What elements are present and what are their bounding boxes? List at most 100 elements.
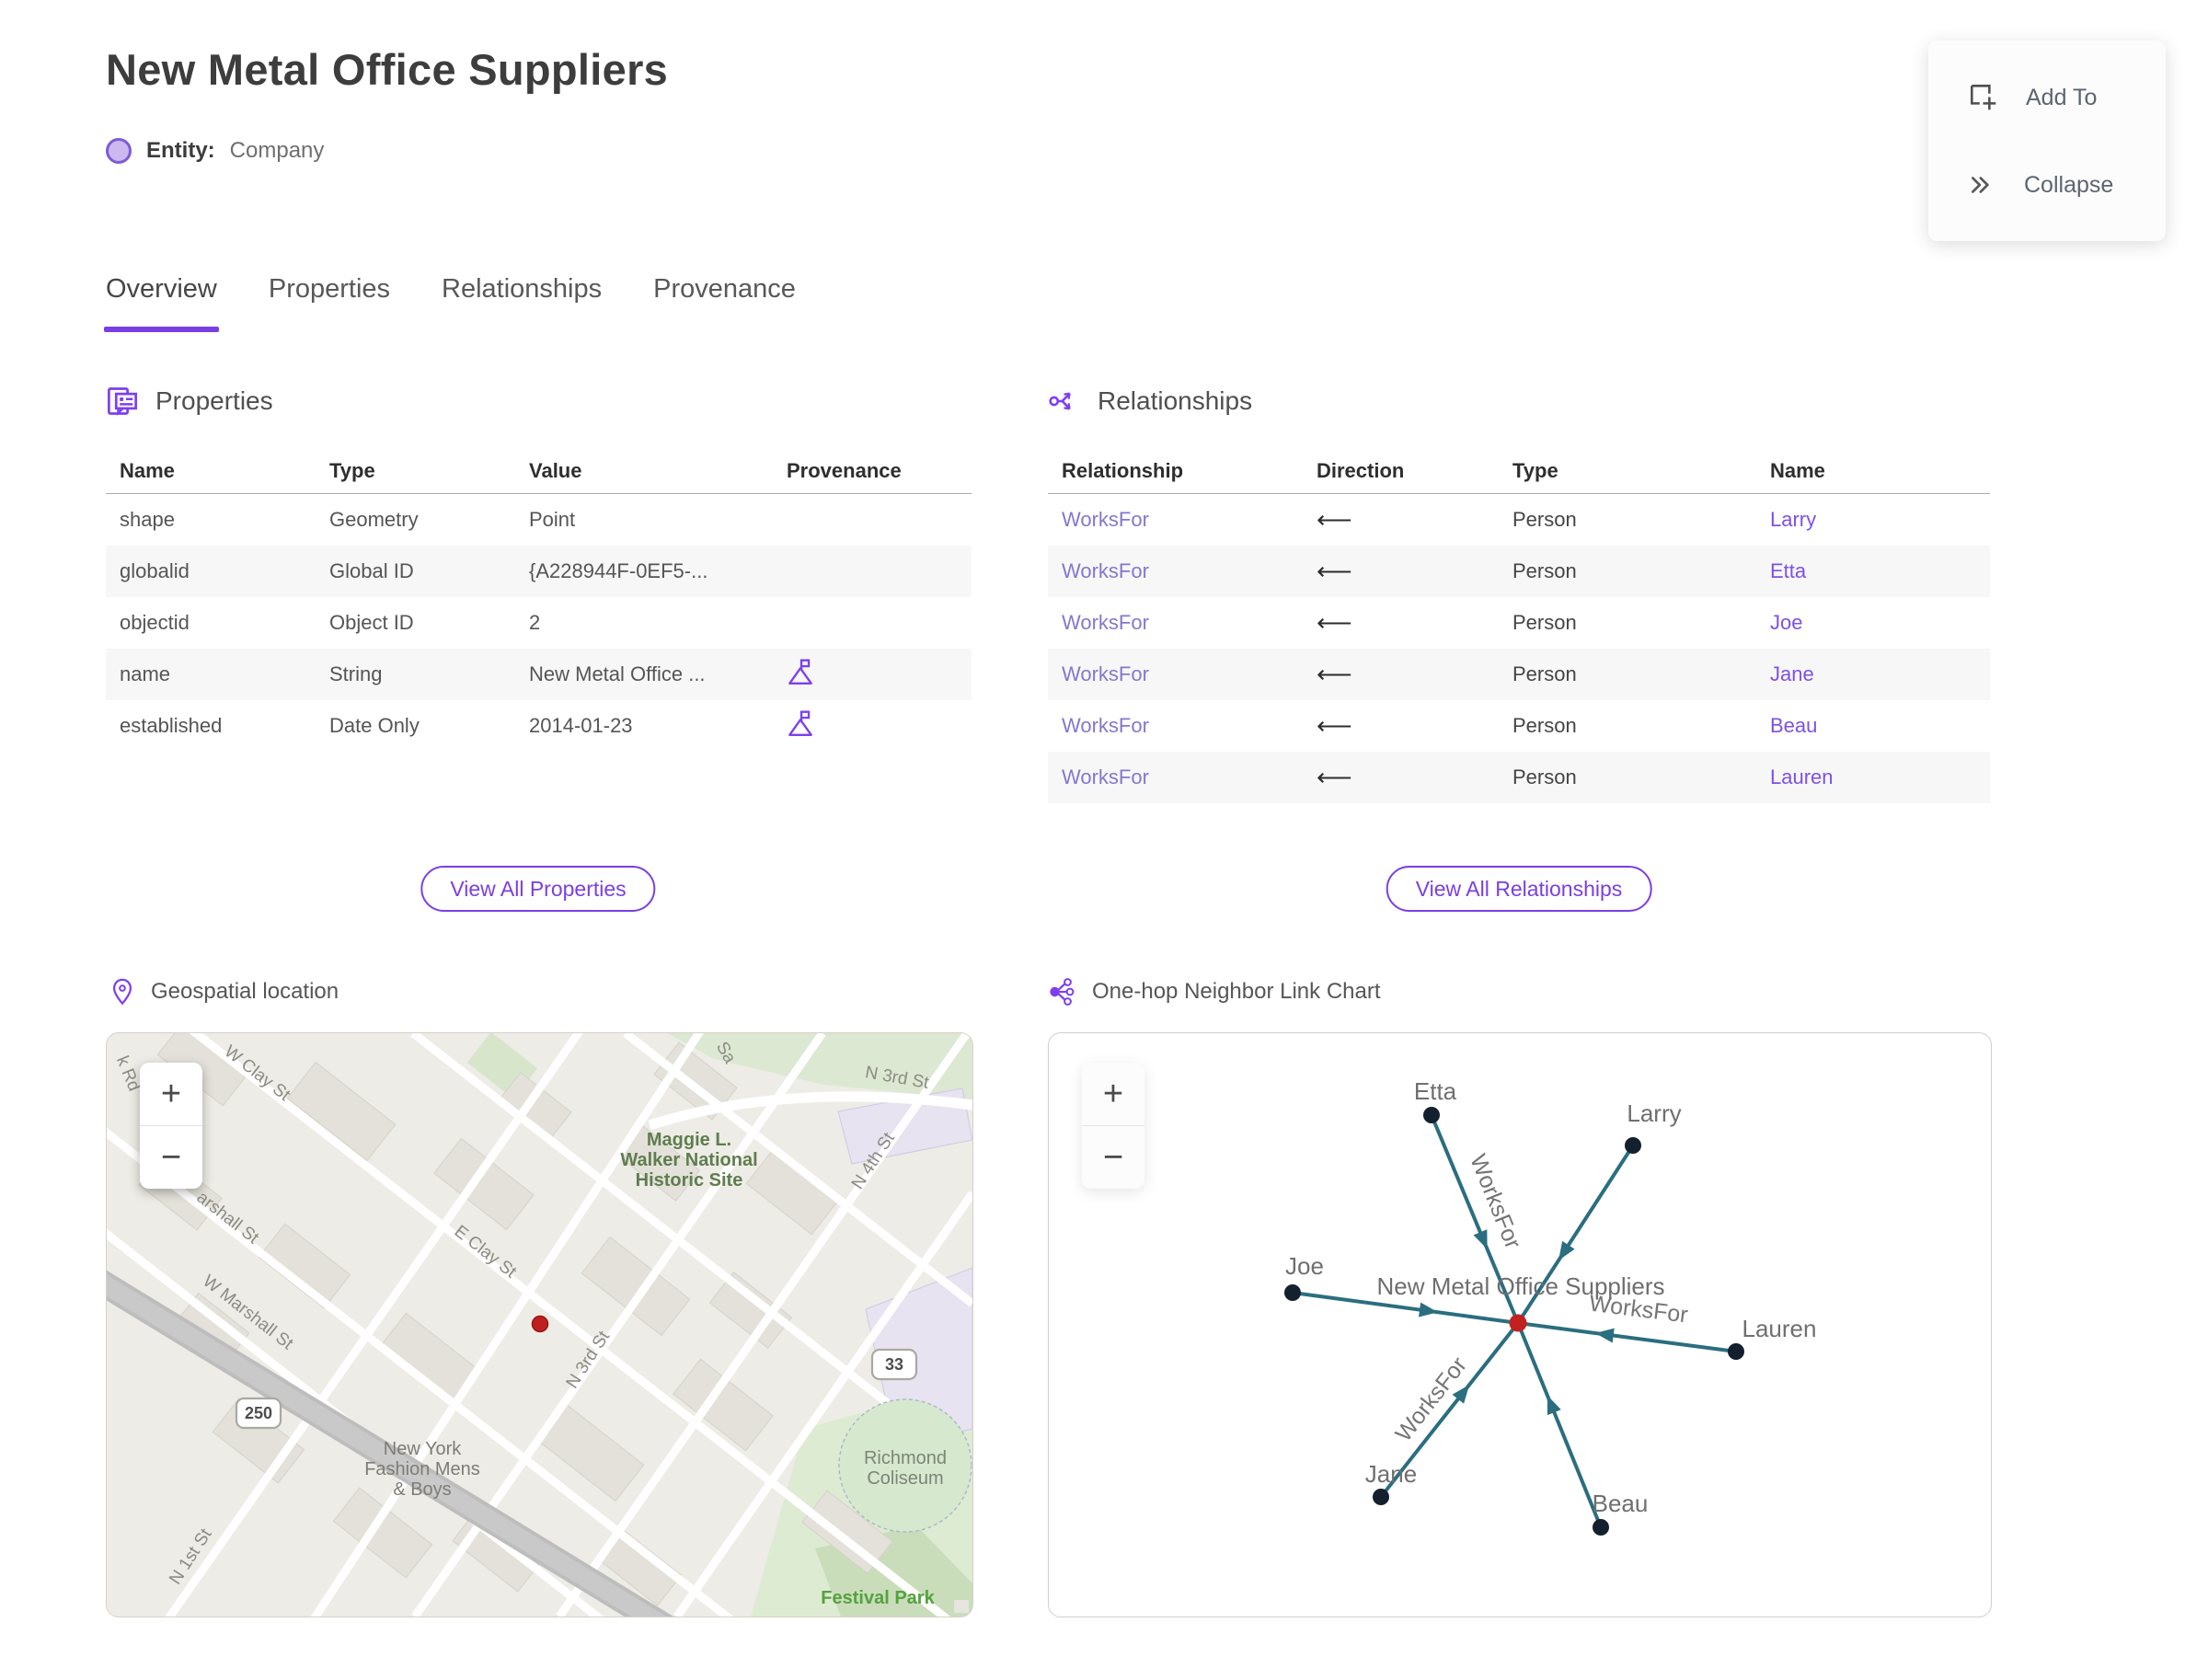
relationship-name-link[interactable]: Beau	[1770, 714, 1817, 737]
property-type: Geometry	[329, 508, 419, 531]
edge-arrowhead	[1547, 1395, 1561, 1416]
map-zoom-out-button[interactable]: −	[140, 1125, 202, 1189]
relationship-link[interactable]: WorksFor	[1062, 508, 1149, 531]
node-lauren[interactable]	[1728, 1343, 1744, 1360]
property-value: 2014-01-23	[529, 714, 633, 737]
map-attribution-toggle[interactable]	[954, 1600, 969, 1613]
add-to-button[interactable]: Add To	[1928, 81, 2166, 114]
property-name: name	[120, 662, 171, 685]
relationships-col-name: Name	[1770, 459, 1825, 482]
edge-lauren	[1517, 1321, 1737, 1353]
relationship-direction: ⟵	[1317, 660, 1352, 688]
property-value: 2	[529, 611, 541, 634]
node-etta[interactable]	[1423, 1107, 1440, 1123]
link-chart-zoom-out-button[interactable]: −	[1082, 1125, 1144, 1189]
relationship-direction: ⟵	[1317, 557, 1352, 585]
node-label-center: New Metal Office Suppliers	[1376, 1272, 1664, 1300]
relationship-row-lauren: WorksFor ⟵ Person Lauren	[1048, 752, 1990, 803]
view-all-relationships-button[interactable]: View All Relationships	[1386, 866, 1652, 912]
relationship-name-link[interactable]: Lauren	[1770, 765, 1834, 788]
map-zoom-in-button[interactable]: +	[140, 1063, 202, 1125]
properties-section-header: Properties	[106, 385, 273, 418]
map-zoom-control: + −	[140, 1063, 202, 1189]
tab-provenance[interactable]: Provenance	[653, 274, 796, 332]
node-label-jane: Jane	[1365, 1460, 1417, 1488]
relationship-row-beau: WorksFor ⟵ Person Beau	[1048, 700, 1990, 752]
link-chart[interactable]: WorksFor WorksFor WorksFor Etta Larry Joe Laur…	[1048, 1032, 1992, 1617]
property-row-globalid: globalid Global ID {A228944F-0EF5-...	[106, 546, 972, 597]
property-row-shape: shape Geometry Point	[106, 494, 972, 546]
relationships-col-direction: Direction	[1317, 459, 1405, 482]
entity-label: Entity:	[146, 138, 215, 163]
view-all-properties-button[interactable]: View All Properties	[420, 866, 656, 912]
property-provenance	[773, 708, 972, 743]
relationship-link[interactable]: WorksFor	[1062, 662, 1149, 685]
link-chart-canvas[interactable]: WorksForWorksForWorksForEttaLarryJoeLaur…	[1049, 1033, 1991, 1617]
properties-table-header: Name Type Value Provenance	[106, 449, 972, 494]
link-chart-zoom-control: + −	[1082, 1063, 1144, 1189]
edge-arrowhead	[1558, 1240, 1575, 1261]
collapse-icon	[1971, 177, 1989, 193]
link-chart-zoom-in-button[interactable]: +	[1082, 1063, 1144, 1125]
relationship-name-link[interactable]: Etta	[1770, 559, 1806, 582]
add-to-label: Add To	[2026, 84, 2098, 110]
tab-bar: Overview Properties Relationships Provenanc…	[104, 274, 796, 332]
relationship-name-link[interactable]: Jane	[1770, 662, 1814, 685]
relationships-section-title: Relationships	[1098, 386, 1253, 415]
provenance-flag-icon[interactable]	[787, 708, 814, 738]
map[interactable]: 250 33 k Rd W Clay St Sa arshall St W Marshal…	[106, 1032, 973, 1617]
link-chart-section-title: One-hop Neighbor Link Chart	[1092, 979, 1381, 1004]
edge-beau	[1516, 1322, 1603, 1528]
node-joe[interactable]	[1284, 1284, 1301, 1301]
relationship-type: Person	[1512, 508, 1577, 531]
provenance-flag-icon[interactable]	[787, 657, 814, 686]
property-name: established	[120, 714, 223, 737]
page-title: New Metal Office Suppliers	[106, 45, 669, 94]
properties-col-provenance: Provenance	[787, 459, 902, 482]
node-label-lauren: Lauren	[1742, 1315, 1817, 1342]
properties-table: Name Type Value Provenance shape Geometry Poi…	[106, 449, 972, 752]
properties-section-title: Properties	[155, 386, 273, 415]
node-label-beau: Beau	[1593, 1490, 1649, 1517]
property-value: Point	[529, 508, 576, 531]
tab-overview[interactable]: Overview	[104, 274, 219, 332]
node-beau[interactable]	[1593, 1519, 1609, 1536]
map-canvas[interactable]: 25033 k Rd W Clay St Saarshall StW Marshal…	[107, 1033, 972, 1617]
relationship-link[interactable]: WorksFor	[1062, 611, 1149, 634]
entity-type-value: Company	[229, 138, 325, 163]
tab-relationships[interactable]: Relationships	[442, 274, 602, 332]
relationships-section-header: Relationships	[1048, 385, 1252, 418]
relationship-link[interactable]: WorksFor	[1062, 559, 1149, 582]
add-to-icon	[1971, 85, 1996, 110]
map-place-label: Festival Park	[821, 1588, 935, 1608]
node-center[interactable]	[1509, 1314, 1527, 1332]
relationship-direction: ⟵	[1317, 608, 1352, 637]
relationship-row-larry: WorksFor ⟵ Person Larry	[1048, 494, 1990, 546]
actions-panel: Add To Collapse	[1928, 40, 2166, 241]
tab-properties[interactable]: Properties	[269, 274, 390, 332]
relationships-col-relationship: Relationship	[1062, 459, 1184, 482]
property-row-name: name String New Metal Office ...	[106, 649, 972, 700]
entity-type-icon	[106, 138, 132, 164]
relationship-link[interactable]: WorksFor	[1062, 765, 1149, 788]
relationship-row-etta: WorksFor ⟵ Person Etta	[1048, 546, 1990, 597]
route-shield-number: 250	[245, 1404, 272, 1422]
relationship-name-link[interactable]: Joe	[1770, 611, 1802, 634]
relationship-type: Person	[1512, 611, 1577, 634]
node-jane[interactable]	[1373, 1489, 1389, 1505]
map-pin-icon	[112, 978, 132, 1006]
property-name: objectid	[120, 611, 190, 634]
relationship-direction: ⟵	[1317, 763, 1352, 791]
property-provenance	[773, 657, 972, 692]
route-shield-number: 33	[885, 1355, 903, 1374]
collapse-label: Collapse	[2024, 171, 2114, 198]
relationship-name-link[interactable]: Larry	[1770, 508, 1816, 531]
node-label-etta: Etta	[1414, 1077, 1457, 1105]
node-larry[interactable]	[1625, 1137, 1641, 1154]
property-type: Global ID	[329, 559, 414, 582]
property-value: New Metal Office ...	[529, 662, 706, 685]
relationships-icon	[1049, 392, 1071, 410]
properties-col-type: Type	[329, 459, 375, 482]
relationship-link[interactable]: WorksFor	[1062, 714, 1149, 737]
collapse-button[interactable]: Collapse	[1928, 169, 2166, 201]
